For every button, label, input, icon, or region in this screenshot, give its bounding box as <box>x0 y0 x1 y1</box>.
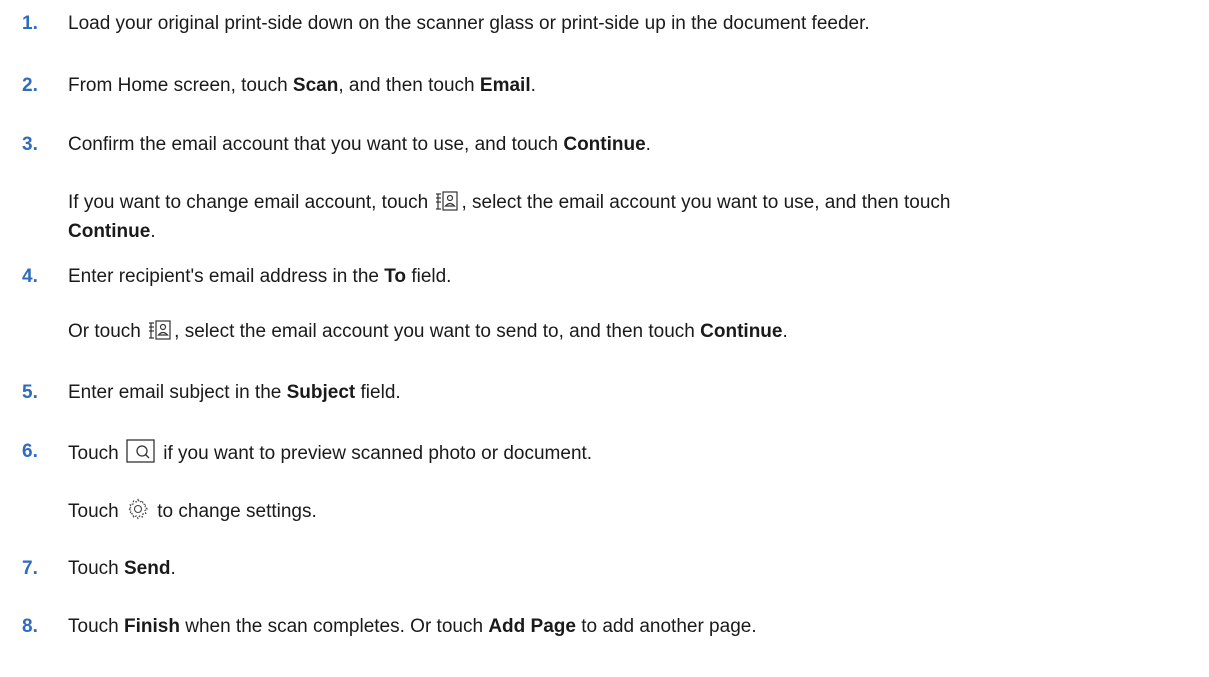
bold-term: Send <box>123 558 171 579</box>
step-text: Enter recipient's email address in the T… <box>68 264 1179 290</box>
step-number: 1. <box>22 13 38 34</box>
step-subtext: Touch to change settings. <box>68 497 1179 525</box>
bold-term: Continue <box>68 221 151 242</box>
text-segment: to add another page. <box>575 616 757 637</box>
text-segment: . <box>782 321 788 342</box>
text-segment: Enter recipient's email address in the <box>68 266 385 287</box>
bold-term: Scan <box>292 75 339 96</box>
contacts-icon <box>148 319 172 341</box>
text-segment: . <box>150 221 156 242</box>
text-segment: field. <box>406 266 452 287</box>
text-segment: when the scan completes. Or touch <box>179 616 489 637</box>
text-segment: . <box>645 134 651 155</box>
step-text: Touch if you want to preview scanned pho… <box>68 439 1179 467</box>
step-text: Touch Finish when the scan completes. Or… <box>68 614 1179 640</box>
step-number: 5. <box>22 382 38 403</box>
text-segment: if you want to preview scanned photo or … <box>157 443 593 464</box>
text-segment: From Home screen, touch <box>68 75 293 96</box>
text-segment: Or touch <box>68 321 147 342</box>
text-segment: , select the email account you want to u… <box>461 192 951 213</box>
text-segment: Touch <box>68 616 124 637</box>
text-segment: Touch <box>68 443 124 464</box>
text-segment: Enter email subject in the <box>68 382 287 403</box>
text-segment: Touch <box>68 501 124 522</box>
text-segment: to change settings. <box>151 501 317 522</box>
step-text-body: Load your original print-side down on th… <box>68 13 870 34</box>
step-subtext: If you want to change email account, tou… <box>68 188 1179 246</box>
step-number: 3. <box>22 134 38 155</box>
step-number: 6. <box>22 441 38 462</box>
contacts-icon <box>435 190 459 212</box>
step-subtext: Or touch , select the email account you … <box>68 319 1179 345</box>
text-segment: , and then touch <box>338 75 480 96</box>
text-segment: field. <box>355 382 401 403</box>
bold-term: Add Page <box>488 616 576 637</box>
text-segment: , select the email account you want to s… <box>174 321 701 342</box>
bold-term: Finish <box>123 616 180 637</box>
text-segment: . <box>170 558 176 579</box>
bold-term: Email <box>479 75 531 96</box>
step-text: Enter email subject in the Subject field… <box>68 380 1179 406</box>
step-text: Load your original print-side down on th… <box>68 11 1179 37</box>
step-text: Confirm the email account that you want … <box>68 132 1179 158</box>
bold-term: Subject <box>286 382 356 403</box>
settings-gear-icon <box>126 497 150 521</box>
text-segment: Confirm the email account that you want … <box>68 134 564 155</box>
step-number: 7. <box>22 558 38 579</box>
bold-term: Continue <box>563 134 646 155</box>
preview-icon <box>126 439 156 463</box>
text-segment: If you want to change email account, tou… <box>68 192 434 213</box>
text-segment: Touch <box>68 558 124 579</box>
step-text: From Home screen, touch Scan, and then t… <box>68 73 1179 99</box>
step-number: 8. <box>22 616 38 637</box>
step-number: 4. <box>22 266 38 287</box>
step-number: 2. <box>22 75 38 96</box>
text-segment: . <box>530 75 536 96</box>
bold-term: Continue <box>700 321 783 342</box>
bold-term: To <box>384 266 407 287</box>
step-text: Touch Send. <box>68 556 1179 582</box>
